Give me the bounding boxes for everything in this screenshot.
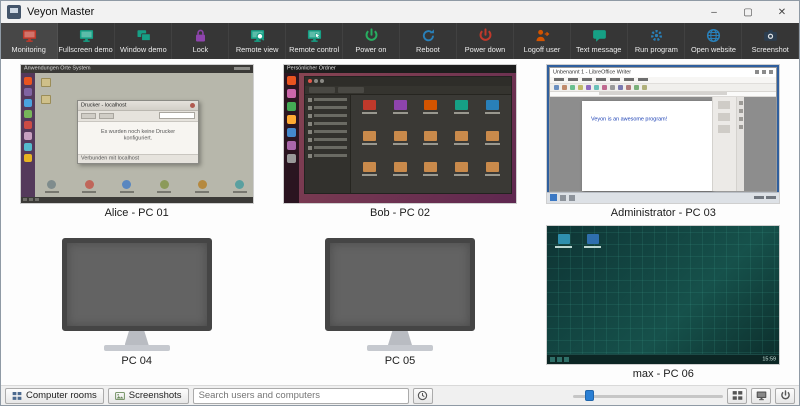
toolbar-button-open-website[interactable]: Open website [685, 23, 742, 59]
toolbar-button-monitoring[interactable]: Monitoring [1, 23, 58, 59]
powered-on-filter-button[interactable] [775, 388, 795, 404]
computer-label: Alice - PC 01 [105, 207, 169, 219]
window-demo-icon [136, 28, 151, 43]
toolbar-button-power-on[interactable]: Power on [343, 23, 400, 59]
grid-arrangement-icon [732, 390, 743, 401]
power-down-icon [478, 28, 493, 43]
lock-icon [193, 28, 208, 43]
computer-thumbnail-administrator-pc03[interactable]: Unbenannt 1 - LibreOffice Writer Veyon i… [547, 65, 779, 203]
computer-thumbnail-bob-pc02[interactable]: Persönlicher Ordner [284, 65, 516, 203]
computer-offline-pc05[interactable] [325, 238, 475, 351]
search-input[interactable] [193, 388, 409, 404]
computer-label: Administrator - PC 03 [611, 207, 716, 219]
toolbar-button-remote-view[interactable]: Remote view [229, 23, 286, 59]
veyon-master-window: Veyon Master – ▢ ✕ Monitoring Fullscreen… [0, 0, 800, 406]
toolbar-button-screenshot[interactable]: Screenshot [742, 23, 799, 59]
unity-menubar: Persönlicher Ordner [284, 65, 516, 73]
mate-menubar: Anwendungen Orte System [21, 65, 253, 73]
maximize-button[interactable]: ▢ [731, 1, 765, 23]
power-icon [780, 390, 791, 401]
computer-label: PC 04 [121, 355, 152, 367]
computer-label: PC 05 [385, 355, 416, 367]
computer-rooms-button[interactable]: Computer rooms [5, 388, 104, 404]
taskbar [21, 197, 253, 203]
file-manager-sidebar [305, 95, 351, 193]
open-website-icon [706, 28, 721, 43]
fullscreen-demo-icon [79, 28, 94, 43]
window-title: Veyon Master [27, 6, 691, 18]
computer-cell-pc05: PC 05 [268, 222, 531, 383]
printer-dialog-window: Drucker - localhost Es wurden noch keine… [77, 100, 199, 164]
window-controls: – ▢ ✕ [697, 1, 799, 23]
computer-offline-pc04[interactable] [62, 238, 212, 351]
computer-cell-pc01: Anwendungen Orte System Drucker - localh… [5, 61, 268, 222]
toolbar-button-lock[interactable]: Lock [172, 23, 229, 59]
toolbar-button-logoff-user[interactable]: Logoff user [514, 23, 571, 59]
close-button[interactable]: ✕ [765, 1, 799, 23]
reboot-icon [421, 28, 436, 43]
screenshots-icon [115, 391, 125, 401]
desktop-icons [555, 234, 601, 249]
toolbar-button-text-message[interactable]: Text message [571, 23, 628, 59]
computer-label: max - PC 06 [633, 368, 694, 380]
run-program-icon [649, 28, 664, 43]
veyon-app-icon [7, 5, 21, 19]
toolbar-button-power-down[interactable]: Power down [457, 23, 514, 59]
taskbar-clock: 15:59 [756, 355, 776, 364]
aspect-ratio-button[interactable] [751, 388, 771, 404]
kde-taskbar: 15:59 [547, 354, 779, 364]
slider-handle[interactable] [585, 390, 594, 401]
remote-view-icon [250, 28, 265, 43]
grid-arrangement-button[interactable] [727, 388, 747, 404]
toolbar-button-window-demo[interactable]: Window demo [115, 23, 172, 59]
screenshots-button[interactable]: Screenshots [108, 388, 189, 404]
timer-button[interactable] [413, 388, 433, 404]
desktop-icons [41, 78, 51, 104]
computer-label: Bob - PC 02 [370, 207, 430, 219]
computer-cell-pc02: Persönlicher Ordner [268, 61, 531, 222]
monitor-icon [756, 390, 767, 401]
document-page: Veyon is an awesome program! [582, 101, 712, 191]
logoff-user-icon [535, 28, 550, 43]
offline-monitor-icon [62, 238, 212, 331]
dock [21, 73, 35, 203]
status-bar: Computer rooms Screenshots [1, 385, 799, 405]
power-on-icon [364, 28, 379, 43]
toolbar-button-run-program[interactable]: Run program [628, 23, 685, 59]
monitoring-icon [22, 28, 37, 43]
document-text: Veyon is an awesome program! [591, 116, 667, 122]
remote-control-icon [307, 28, 322, 43]
computer-thumbnail-max-pc06[interactable]: 15:59 [547, 226, 779, 364]
file-grid [351, 95, 511, 193]
title-bar: Veyon Master – ▢ ✕ [1, 1, 799, 23]
offline-monitor-icon [325, 238, 475, 331]
desktop-icon-row [45, 180, 247, 193]
computer-grid: Anwendungen Orte System Drucker - localh… [1, 59, 799, 385]
start-button-icon [550, 194, 557, 201]
minimize-button[interactable]: – [697, 1, 731, 23]
libreoffice-sidebar [712, 97, 736, 191]
computer-cell-pc04: PC 04 [5, 222, 268, 383]
screenshot-icon [763, 28, 778, 43]
unity-launcher [284, 73, 299, 203]
computer-cell-pc06: 15:59 max - PC 06 [532, 222, 795, 383]
text-message-icon [592, 28, 607, 43]
feature-toolbar: Monitoring Fullscreen demo Window demo L… [1, 23, 799, 59]
clock-icon [417, 390, 428, 401]
libreoffice-window: Unbenannt 1 - LibreOffice Writer Veyon i… [549, 67, 777, 192]
file-manager-window [304, 76, 512, 194]
toolbar-button-reboot[interactable]: Reboot [400, 23, 457, 59]
toolbar-button-remote-control[interactable]: Remote control [286, 23, 343, 59]
thumbnail-size-slider[interactable] [573, 388, 723, 404]
computer-thumbnail-alice-pc01[interactable]: Anwendungen Orte System Drucker - localh… [21, 65, 253, 203]
computer-rooms-icon [12, 391, 22, 401]
windows-taskbar [547, 192, 779, 203]
computer-cell-pc03: Unbenannt 1 - LibreOffice Writer Veyon i… [532, 61, 795, 222]
toolbar-button-fullscreen-demo[interactable]: Fullscreen demo [58, 23, 115, 59]
